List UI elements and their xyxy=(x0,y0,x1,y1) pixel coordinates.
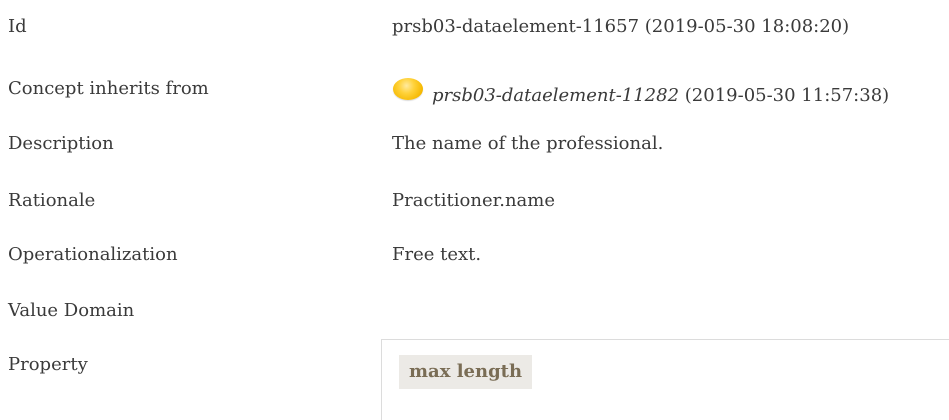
operationalization-value: Free text. xyxy=(392,244,482,265)
value-domain-label: Value Domain xyxy=(8,300,135,321)
property-panel: max length xyxy=(381,339,949,420)
id-row: Id prsb03-dataelement-11657 (2019-05-30 … xyxy=(0,12,949,42)
id-label: Id xyxy=(8,16,27,37)
inherits-link[interactable]: prsb03-dataelement-11282 xyxy=(432,85,679,106)
rationale-row: Rationale Practitioner.name xyxy=(0,186,949,216)
property-label: Property xyxy=(8,354,88,375)
description-label: Description xyxy=(8,133,114,154)
description-value: The name of the professional. xyxy=(392,133,664,154)
inherits-label: Concept inherits from xyxy=(8,78,209,99)
status-dot-icon xyxy=(393,78,423,100)
inherits-timestamp: (2019-05-30 11:57:38) xyxy=(684,85,890,106)
rationale-label: Rationale xyxy=(8,190,96,211)
description-row: Description The name of the professional… xyxy=(0,129,949,159)
value-domain-row: Value Domain xyxy=(0,296,949,326)
operationalization-row: Operationalization Free text. xyxy=(0,240,949,270)
operationalization-label: Operationalization xyxy=(8,244,178,265)
inherits-row: Concept inherits from prsb03-dataelement… xyxy=(0,74,949,106)
id-value: prsb03-dataelement-11657 (2019-05-30 18:… xyxy=(392,16,850,37)
inherits-value: prsb03-dataelement-11282 (2019-05-30 11:… xyxy=(432,81,889,111)
max-length-tag: max length xyxy=(399,355,533,389)
rationale-value: Practitioner.name xyxy=(392,190,555,211)
